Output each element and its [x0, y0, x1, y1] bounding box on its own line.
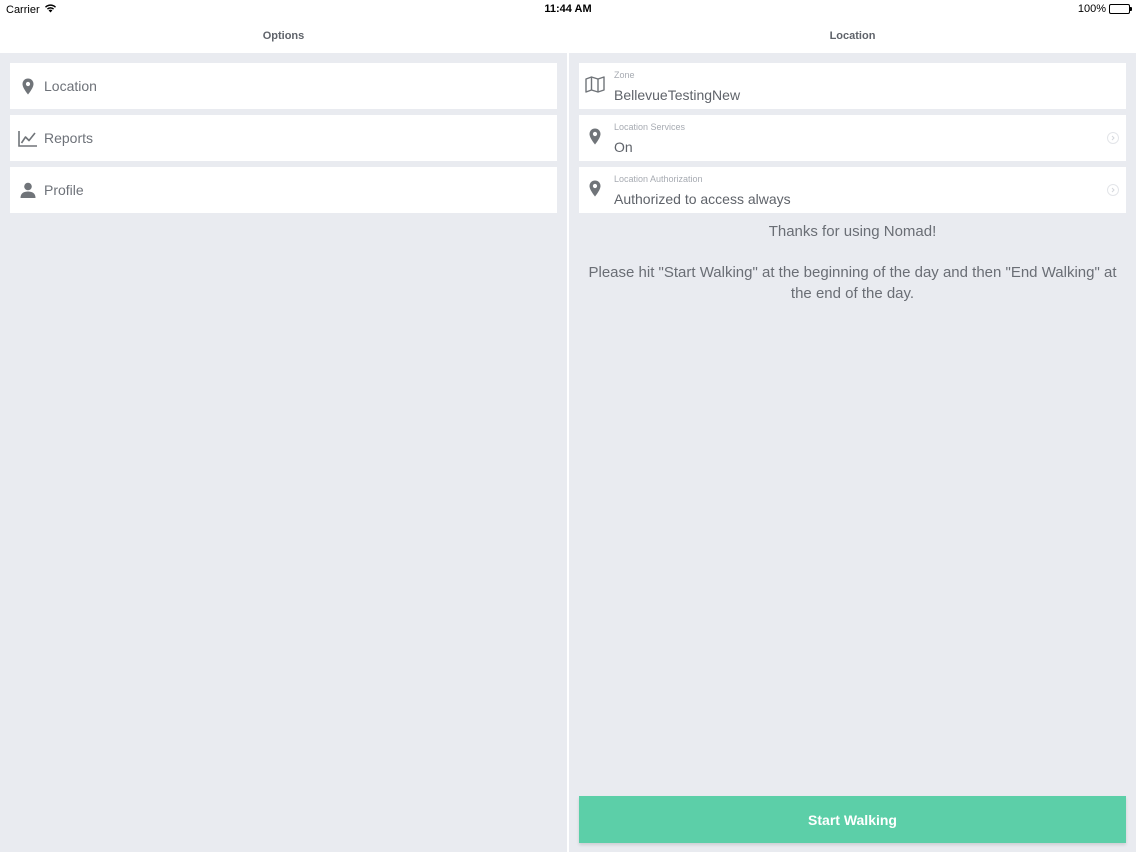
location-authorization-caption: Location Authorization — [614, 174, 703, 184]
location-pin-icon — [585, 180, 605, 197]
thanks-message: Thanks for using Nomad! — [768, 223, 937, 240]
menu-item-location[interactable]: Location — [10, 63, 557, 109]
status-bar: Carrier 11:44 AM 100% — [0, 0, 1136, 18]
chevron-right-icon[interactable] — [1107, 184, 1119, 196]
location-services-caption: Location Services — [614, 122, 686, 132]
instructions-message: Please hit "Start Walking" at the beginn… — [588, 264, 1117, 302]
location-services-value: On — [614, 139, 633, 155]
clock: 11:44 AM — [544, 3, 592, 15]
menu-item-reports[interactable]: Reports — [10, 115, 557, 161]
location-header: Location — [569, 18, 1136, 53]
location-services-field[interactable]: Location Services On — [579, 115, 1126, 161]
menu-item-label: Location — [44, 78, 97, 94]
location-authorization-value: Authorized to access always — [614, 191, 791, 207]
location-pin-icon — [585, 128, 605, 145]
menu-item-label: Reports — [44, 130, 94, 146]
person-icon — [10, 182, 44, 198]
zone-field[interactable]: Zone BellevueTestingNew — [579, 63, 1126, 109]
chevron-right-icon[interactable] — [1107, 132, 1119, 144]
start-walking-button[interactable]: Start Walking — [579, 796, 1126, 843]
location-pane: Location Zone BellevueTestingNew Locatio… — [569, 18, 1136, 852]
zone-value: BellevueTestingNew — [614, 87, 741, 103]
zone-caption: Zone — [614, 70, 635, 80]
menu-item-label: Profile — [44, 182, 84, 198]
line-chart-icon — [10, 130, 44, 147]
status-right: 100% — [1077, 3, 1132, 15]
options-pane: Options Location Reports Profile — [0, 18, 567, 852]
options-header: Options — [0, 18, 567, 53]
location-authorization-field[interactable]: Location Authorization Authorized to acc… — [579, 167, 1126, 213]
location-pin-icon — [10, 78, 44, 95]
map-icon — [585, 76, 605, 93]
battery-icon — [1109, 4, 1132, 14]
battery-percent: 100% — [1077, 3, 1106, 15]
menu-item-profile[interactable]: Profile — [10, 167, 557, 213]
